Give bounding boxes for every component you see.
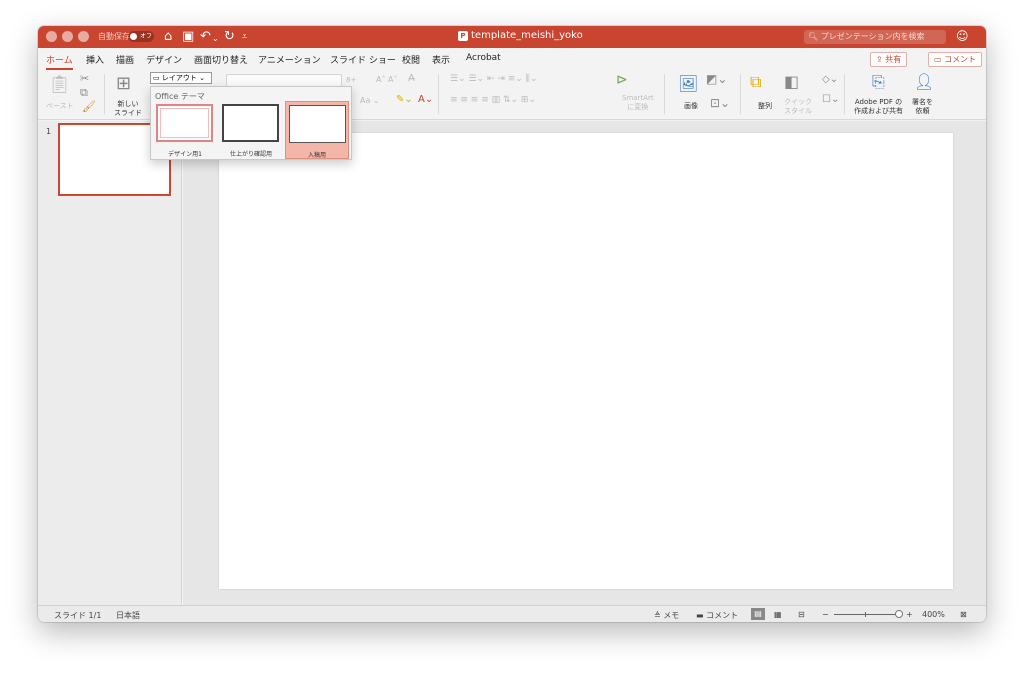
arrange-icon[interactable]: ⧉ xyxy=(750,72,761,92)
layout-button[interactable]: ▭ レイアウト ⌄ xyxy=(150,72,212,84)
adobe-pdf-icon[interactable]: ⎘ xyxy=(872,72,885,92)
comment-icon: ▬ xyxy=(696,611,707,620)
undo-dropdown-chevron-icon[interactable]: ⌄ xyxy=(212,30,219,48)
font-size-field[interactable]: 8+ xyxy=(346,76,356,85)
cut-icon[interactable]: ✂ xyxy=(80,72,89,85)
ribbon-tabs: ホーム 挿入 描画 デザイン 画面切り替え アニメーション スライド ショー 校… xyxy=(38,48,986,70)
copy-icon[interactable]: ⧉ xyxy=(80,86,88,100)
status-bar: スライド 1/1 日本語 ≜ メモ ▬ コメント ▤ ▦ ⊟ − + 400% … xyxy=(38,605,986,622)
autosave-toggle[interactable]: オフ xyxy=(128,31,154,42)
notes-icon: ≜ xyxy=(654,611,664,620)
shape-outline-icon[interactable]: ☐⌄ xyxy=(822,94,839,105)
shape-fill-icon[interactable]: ◇⌄ xyxy=(822,74,838,85)
layout-icon: ▭ xyxy=(153,74,162,82)
powerpoint-window: 自動保存 オフ ⌂ ▣ ↶ ⌄ ↻ ⩡ Ptemplate_meishi_yok… xyxy=(38,26,986,622)
normal-view-icon[interactable]: ▤ xyxy=(751,608,765,620)
fit-to-window-icon[interactable]: ⊠ xyxy=(960,610,967,619)
tab-view[interactable]: 表示 xyxy=(432,53,450,66)
smartart-icon[interactable]: ⊳ xyxy=(616,72,628,88)
notes-button[interactable]: ≜ メモ xyxy=(654,610,679,621)
zoom-window-button[interactable] xyxy=(78,31,89,42)
tab-design[interactable]: デザイン xyxy=(146,53,182,66)
image-icon[interactable]: 🖼︎ xyxy=(678,74,698,93)
comment-button[interactable]: ▭ コメント xyxy=(928,52,983,67)
arrange-label: 整列 xyxy=(758,102,772,110)
tab-draw[interactable]: 描画 xyxy=(116,53,134,66)
image-label: 画像 xyxy=(684,102,698,110)
tab-acrobat[interactable]: Acrobat xyxy=(466,53,501,63)
layout-thumbnail xyxy=(289,105,346,143)
share-button[interactable]: ⇪ 共有 xyxy=(870,52,908,67)
tab-home[interactable]: ホーム xyxy=(46,53,73,70)
tab-insert[interactable]: 挿入 xyxy=(86,53,104,66)
request-signature-label: 署名を 依頼 xyxy=(912,98,933,115)
zoom-level[interactable]: 400% xyxy=(922,610,945,619)
redo-icon[interactable]: ↻ xyxy=(224,28,235,46)
smiley-icon[interactable]: ☺ xyxy=(956,29,969,43)
shapes-icon[interactable]: ◩⌄ xyxy=(706,72,727,86)
close-window-button[interactable] xyxy=(46,31,57,42)
slide-number: 1 xyxy=(46,127,52,136)
slide-info: スライド 1/1 xyxy=(54,611,102,620)
zoom-in-button[interactable]: + xyxy=(906,610,913,619)
smartart-label: SmartArt に変換 xyxy=(622,94,654,111)
slides-pane: 1 xyxy=(38,121,182,605)
zoom-out-button[interactable]: − xyxy=(822,610,829,619)
slide-sorter-icon[interactable]: ▦ xyxy=(774,610,782,619)
tab-animations[interactable]: アニメーション xyxy=(258,53,321,66)
editing-canvas xyxy=(183,121,986,605)
title-bar: 自動保存 オフ ⌂ ▣ ↶ ⌄ ↻ ⩡ Ptemplate_meishi_yok… xyxy=(38,26,986,48)
grow-font-icon[interactable]: A˄ A˅ xyxy=(376,75,398,84)
zoom-slider-knob[interactable] xyxy=(895,610,903,618)
new-slide-icon[interactable]: ⊞ xyxy=(116,73,131,94)
autosave-label: 自動保存 xyxy=(98,32,130,41)
paste-icon[interactable]: 📋︎ xyxy=(48,74,71,95)
tab-review[interactable]: 校閲 xyxy=(402,53,420,66)
new-slide-label: 新しい スライド xyxy=(114,100,142,117)
comment-icon: ▭ xyxy=(934,55,945,64)
request-signature-icon[interactable]: 👤︎ xyxy=(914,72,934,91)
change-case-icon[interactable]: Aa ⌄ xyxy=(360,96,380,105)
customize-toolbar-icon[interactable]: ⩡ xyxy=(242,28,247,46)
clear-formatting-icon[interactable]: A̶ xyxy=(408,74,415,84)
undo-icon[interactable]: ↶ xyxy=(200,28,211,46)
textbox-icon[interactable]: ⊡⌄ xyxy=(710,96,730,110)
search-input[interactable]: 🔍︎ プレゼンテーション内を検索 xyxy=(804,30,946,44)
slide-editor[interactable] xyxy=(219,133,953,589)
search-icon: 🔍︎ xyxy=(808,32,819,41)
minimize-window-button[interactable] xyxy=(62,31,73,42)
share-icon: ⇪ xyxy=(876,55,886,64)
bullets-icon[interactable]: ☰⌄ ☰⌄ ⇤ ⇥ ≡⌄ ⫼⌄ xyxy=(450,75,537,84)
layout-option-preview[interactable]: 仕上がり確認用 xyxy=(219,101,283,159)
paste-label: ペースト xyxy=(46,102,74,110)
tab-slideshow[interactable]: スライド ショー xyxy=(330,53,396,66)
home-icon[interactable]: ⌂ xyxy=(164,28,172,46)
layout-option-submission[interactable]: 入稿用 xyxy=(285,101,349,159)
comments-button[interactable]: ▬ コメント xyxy=(696,610,738,621)
powerpoint-file-icon: P xyxy=(458,31,468,41)
adobe-pdf-label: Adobe PDF の 作成および共有 xyxy=(854,98,903,115)
font-color-icon[interactable]: A⌄ xyxy=(418,95,433,105)
layout-thumbnail xyxy=(222,104,279,142)
tab-transitions[interactable]: 画面切り替え xyxy=(194,53,248,66)
highlight-icon[interactable]: ✎⌄ xyxy=(396,95,413,105)
language-indicator[interactable]: 日本語 xyxy=(116,610,140,621)
layout-option-design1[interactable]: デザイン用1 xyxy=(153,101,217,159)
zoom-slider-midpoint xyxy=(865,612,866,617)
save-icon[interactable]: ▣ xyxy=(182,28,194,46)
quick-style-label: クイック スタイル xyxy=(784,98,812,115)
align-icon[interactable]: ≡ ≡ ≡ ≡ ▥ ⇅⌄ ⊞⌄ xyxy=(450,96,536,105)
quick-style-icon[interactable]: ◧ xyxy=(784,72,799,91)
layout-thumbnail xyxy=(156,104,213,142)
format-painter-icon[interactable]: 🖌︎ xyxy=(82,100,96,113)
document-title: Ptemplate_meishi_yoko xyxy=(458,30,583,41)
reading-view-icon[interactable]: ⊟ xyxy=(798,610,805,619)
layout-dropdown: Office テーマ デザイン用1 仕上がり確認用 入稿用 xyxy=(150,86,352,160)
